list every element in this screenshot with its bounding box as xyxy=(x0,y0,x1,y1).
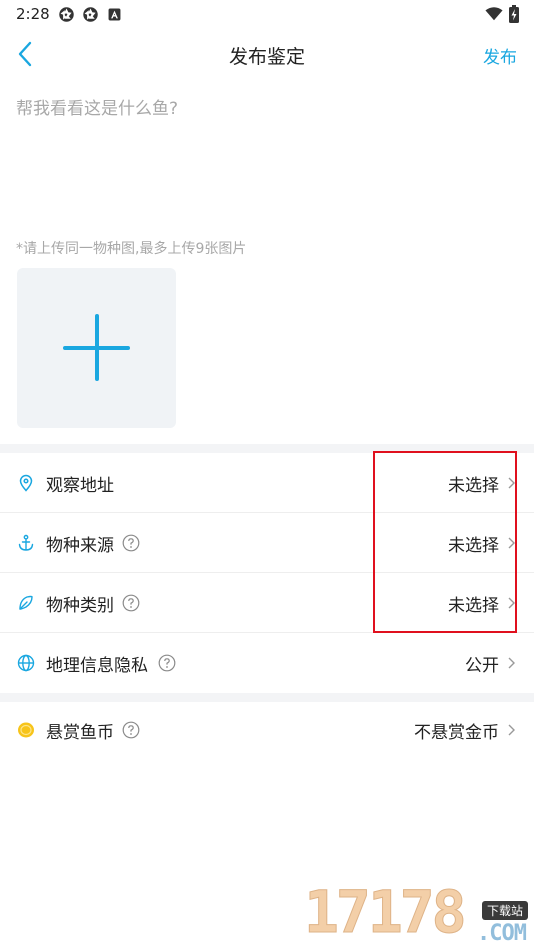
chevron-right-icon xyxy=(508,477,515,489)
row-label: 悬赏鱼币 xyxy=(46,723,114,743)
globe-icon xyxy=(17,654,35,672)
status-notification-icons xyxy=(58,6,123,23)
row-label: 地理信息隐私 xyxy=(46,656,148,676)
aperture-icon xyxy=(59,7,74,22)
add-image-button[interactable] xyxy=(17,268,176,428)
chevron-right-icon xyxy=(508,597,515,609)
status-system-icons xyxy=(485,5,519,23)
publish-button[interactable]: 发布 xyxy=(483,43,517,68)
status-bar: 2:28 xyxy=(0,0,534,30)
watermark-badge: 下载站 xyxy=(481,901,528,920)
row-observation-address[interactable]: 观察地址 未选择 xyxy=(0,453,534,513)
row-label: 物种来源 xyxy=(46,536,114,556)
battery-charging-icon xyxy=(509,5,519,23)
chevron-left-icon xyxy=(18,41,32,67)
leaf-icon xyxy=(19,595,33,610)
watermark-digits: 17178 xyxy=(304,878,468,947)
row-value: 未选择 xyxy=(448,596,499,616)
status-time: 2:28 xyxy=(16,5,50,23)
watermark-logo: 17178 下载站 .COM xyxy=(304,878,534,950)
row-label: 物种类别 xyxy=(46,596,114,616)
section-divider xyxy=(0,444,534,453)
watermark-suffix: .COM xyxy=(477,921,527,946)
upload-hint: *请上传同一物种图,最多上传9张图片 xyxy=(16,241,247,257)
help-icon[interactable] xyxy=(122,721,140,739)
row-species-category[interactable]: 物种类别 未选择 xyxy=(0,573,534,633)
anchor-icon xyxy=(18,534,34,551)
chevron-right-icon xyxy=(508,537,515,549)
aperture-icon xyxy=(83,7,98,22)
nav-bar: 发布鉴定 发布 xyxy=(0,30,534,80)
row-value: 不悬赏金币 xyxy=(414,723,499,743)
chevron-right-icon xyxy=(508,724,515,736)
help-icon[interactable] xyxy=(158,654,176,672)
page-title: 发布鉴定 xyxy=(228,46,305,68)
help-icon[interactable] xyxy=(122,594,140,612)
row-value: 未选择 xyxy=(448,536,499,556)
chevron-right-icon xyxy=(508,657,515,669)
row-reward-coins[interactable]: 悬赏鱼币 不悬赏金币 xyxy=(0,700,534,760)
location-pin-icon xyxy=(19,474,33,492)
help-icon[interactable] xyxy=(122,534,140,552)
row-label: 观察地址 xyxy=(46,476,114,496)
row-geo-privacy[interactable]: 地理信息隐私 公开 xyxy=(0,633,534,693)
row-value: 未选择 xyxy=(448,476,499,496)
coin-icon xyxy=(18,722,34,738)
wifi-icon xyxy=(485,7,503,21)
a-badge-icon xyxy=(108,8,121,21)
row-species-source[interactable]: 物种来源 未选择 xyxy=(0,513,534,573)
back-button[interactable] xyxy=(10,38,40,70)
row-value: 公开 xyxy=(465,656,499,676)
question-input[interactable] xyxy=(16,94,516,214)
